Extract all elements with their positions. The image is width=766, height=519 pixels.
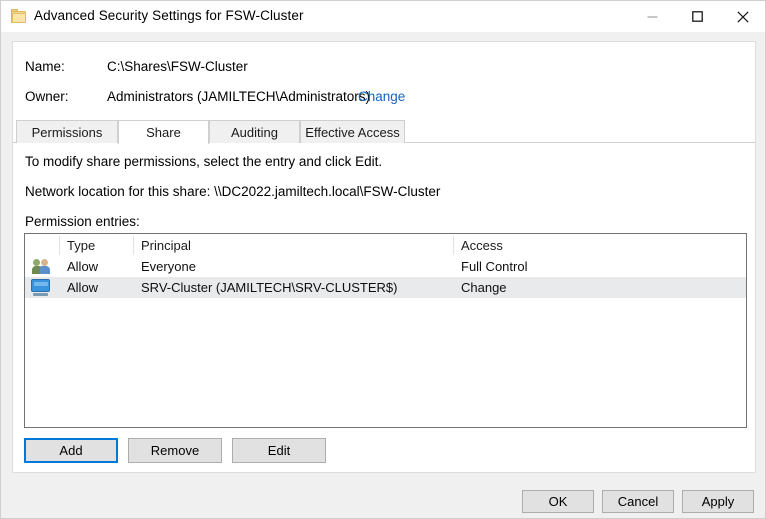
group-icon (32, 258, 50, 275)
column-header-type[interactable]: Type (59, 234, 133, 256)
minimize-icon[interactable] (630, 1, 675, 32)
close-icon[interactable] (720, 1, 765, 32)
row-type: Allow (67, 280, 99, 295)
name-value: C:\Shares\FSW-Cluster (107, 59, 248, 74)
column-separator[interactable] (133, 236, 134, 255)
owner-label: Owner: (25, 89, 69, 104)
permission-entries-list[interactable]: Type Principal Access Allow Everyone Ful… (24, 233, 747, 428)
add-button[interactable]: Add (24, 438, 118, 463)
maximize-icon[interactable] (675, 1, 720, 32)
owner-value: Administrators (JAMILTECH\Administrators… (107, 89, 371, 104)
table-row[interactable]: Allow SRV-Cluster (JAMILTECH\SRV-CLUSTER… (25, 277, 746, 298)
column-header-icon[interactable] (25, 234, 59, 256)
network-location-text: Network location for this share: \\DC202… (25, 184, 441, 199)
row-principal: SRV-Cluster (JAMILTECH\SRV-CLUSTER$) (141, 280, 398, 295)
tab-auditing[interactable]: Auditing (209, 120, 300, 143)
tab-effective-access[interactable]: Effective Access (300, 120, 405, 143)
tab-permissions[interactable]: Permissions (16, 120, 118, 143)
window-title: Advanced Security Settings for FSW-Clust… (34, 8, 304, 23)
ok-button[interactable]: OK (522, 490, 594, 513)
cancel-button[interactable]: Cancel (602, 490, 674, 513)
remove-button[interactable]: Remove (128, 438, 222, 463)
change-owner-link[interactable]: Change (358, 89, 405, 104)
list-header: Type Principal Access (25, 234, 746, 256)
advanced-security-settings-window: Advanced Security Settings for FSW-Clust… (0, 0, 766, 519)
tab-share[interactable]: Share (118, 120, 209, 144)
table-row[interactable]: Allow Everyone Full Control (25, 256, 746, 277)
title-bar: Advanced Security Settings for FSW-Clust… (1, 1, 765, 32)
column-separator[interactable] (453, 236, 454, 255)
row-access: Full Control (461, 259, 528, 274)
computer-icon (31, 279, 50, 296)
name-label: Name: (25, 59, 65, 74)
content-panel: Name: C:\Shares\FSW-Cluster Owner: Admin… (12, 41, 756, 473)
column-header-principal[interactable]: Principal (133, 234, 453, 256)
edit-button[interactable]: Edit (232, 438, 326, 463)
row-type: Allow (67, 259, 99, 274)
column-header-access[interactable]: Access (453, 234, 743, 256)
folder-icon (11, 9, 26, 24)
row-access: Change (461, 280, 507, 295)
permission-entries-label: Permission entries: (25, 214, 140, 229)
tab-strip: Permissions Share Auditing Effective Acc… (13, 120, 755, 144)
apply-button[interactable]: Apply (682, 490, 754, 513)
column-separator[interactable] (59, 236, 60, 255)
instruction-text: To modify share permissions, select the … (25, 154, 383, 169)
row-principal: Everyone (141, 259, 196, 274)
window-controls (630, 1, 765, 32)
